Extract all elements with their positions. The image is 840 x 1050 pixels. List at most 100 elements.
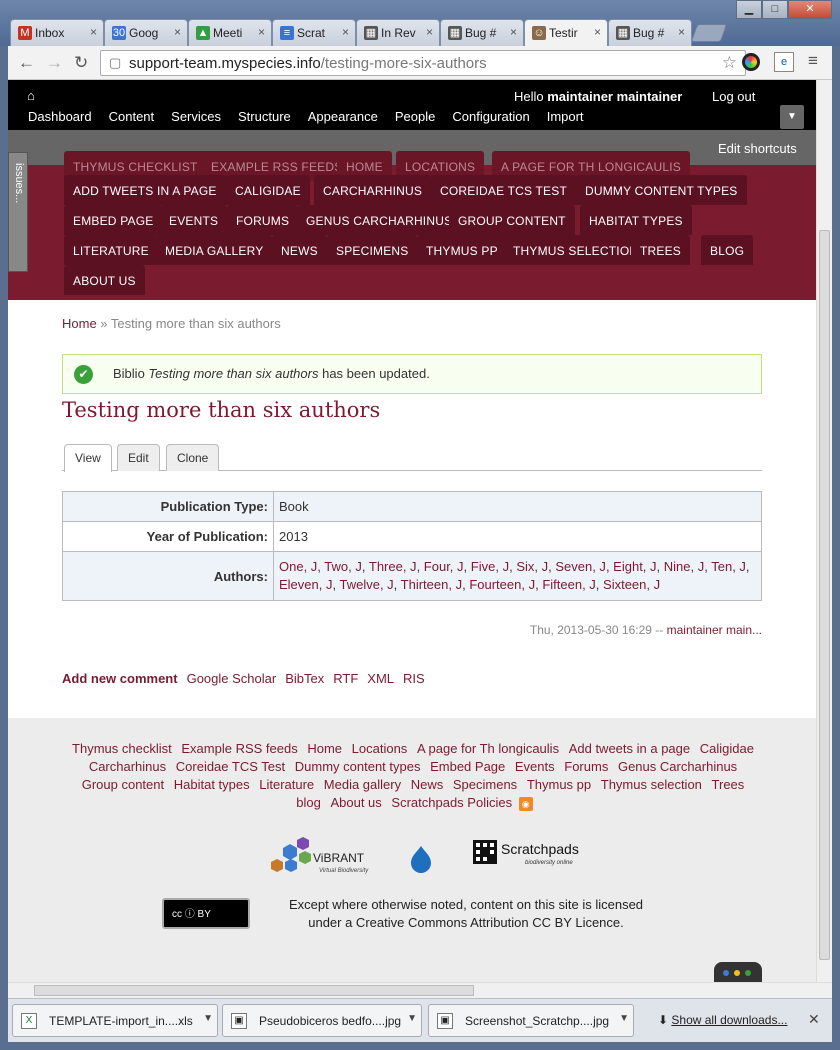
footer-link[interactable]: Locations (352, 741, 408, 756)
edit-shortcuts-link[interactable]: Edit shortcuts (718, 141, 797, 156)
tab-clone[interactable]: Clone (166, 444, 220, 471)
extension-ie-icon[interactable]: e (774, 52, 794, 72)
show-all-downloads-link[interactable]: Show all downloads... (671, 1013, 787, 1027)
chat-widget-button[interactable] (714, 962, 762, 982)
menu-tab[interactable]: GROUP CONTENT (449, 205, 575, 235)
author-link[interactable]: Sixteen, J (603, 577, 660, 592)
add-comment-link[interactable]: Add new comment (62, 671, 178, 686)
maximize-button[interactable]: □ (762, 0, 788, 19)
footer-link[interactable]: Group content (82, 777, 164, 792)
browser-tab[interactable]: ☺ Testir × (524, 19, 608, 47)
footer-link[interactable]: Specimens (453, 777, 517, 792)
chevron-down-icon[interactable]: ▼ (619, 1013, 629, 1024)
menu-tab[interactable]: NEWS (272, 235, 327, 265)
download-item[interactable]: ▣ Screenshot_Scratchp....jpg ▼ (428, 1004, 634, 1037)
footer-link[interactable]: Dummy content types (295, 759, 421, 774)
footer-link[interactable]: News (411, 777, 444, 792)
menu-tab[interactable]: FORUMS (227, 205, 299, 235)
author-link[interactable]: Thirteen, J (401, 577, 462, 592)
horizontal-scrollbar[interactable] (8, 982, 832, 998)
export-link[interactable]: RIS (403, 671, 425, 686)
tab-edit[interactable]: Edit (117, 444, 160, 471)
footer-link[interactable]: Carcharhinus (89, 759, 166, 774)
author-link[interactable]: Seven, J (555, 559, 606, 574)
menu-tab[interactable]: GENUS CARCHARHINUS (297, 205, 462, 235)
footer-link[interactable]: Trees (712, 777, 745, 792)
download-item[interactable]: X TEMPLATE-import_in....xls ▼ (12, 1004, 218, 1037)
menu-tab[interactable]: LITERATURE (64, 235, 158, 265)
shortcut-toggle-icon[interactable]: ▼ (780, 105, 804, 129)
hscroll-thumb[interactable] (34, 985, 474, 996)
user-name[interactable]: maintainer maintainer (547, 89, 682, 104)
admin-menu-item[interactable]: Appearance (308, 109, 378, 124)
menu-tab[interactable]: SPECIMENS (327, 235, 418, 265)
footer-link[interactable]: Thymus checklist (72, 741, 172, 756)
menu-tab[interactable]: EMBED PAGE (64, 205, 163, 235)
home-icon[interactable]: ⌂ (27, 88, 35, 103)
footer-link[interactable]: About us (330, 795, 381, 810)
new-tab-button[interactable] (690, 24, 728, 42)
menu-tab[interactable]: HABITAT TYPES (580, 205, 692, 235)
footer-link[interactable]: Example RSS feeds (181, 741, 297, 756)
admin-menu-item[interactable]: Content (109, 109, 155, 124)
breadcrumb-home[interactable]: Home (62, 316, 97, 331)
admin-menu-item[interactable]: Dashboard (28, 109, 92, 124)
close-tab-icon[interactable]: × (342, 25, 349, 39)
scrollbar-thumb[interactable] (819, 230, 830, 960)
footer-link[interactable]: Habitat types (174, 777, 250, 792)
rss-icon[interactable]: ◉ (518, 796, 533, 811)
author-link[interactable]: Fourteen, J (469, 577, 535, 592)
author-link[interactable]: Four, J (424, 559, 464, 574)
author-link[interactable]: Six, J (516, 559, 548, 574)
footer-link[interactable]: Literature (259, 777, 314, 792)
close-tab-icon[interactable]: × (90, 25, 97, 39)
admin-menu-item[interactable]: Import (547, 109, 584, 124)
address-bar[interactable]: ▢ support-team.myspecies.info/testing-mo… (100, 50, 746, 76)
author-link[interactable]: One, J (279, 559, 317, 574)
footer-link[interactable]: Home (307, 741, 342, 756)
download-item[interactable]: ▣ Pseudobiceros bedfo....jpg ▼ (222, 1004, 422, 1037)
menu-tab[interactable]: ABOUT US (64, 265, 145, 295)
export-link[interactable]: RTF (333, 671, 358, 686)
admin-menu-item[interactable]: Structure (238, 109, 291, 124)
footer-link[interactable]: Forums (564, 759, 608, 774)
menu-icon[interactable]: ≡ (808, 51, 818, 71)
browser-tab[interactable]: M Inbox × (10, 19, 104, 46)
menu-tab[interactable]: DUMMY CONTENT TYPES (576, 175, 747, 205)
browser-tab[interactable]: ▦ Bug # × (608, 19, 692, 46)
admin-menu-item[interactable]: Services (171, 109, 221, 124)
menu-tab[interactable]: TREES (631, 235, 691, 265)
footer-link[interactable]: blog (296, 795, 321, 810)
author-link[interactable]: Fifteen, J (542, 577, 595, 592)
close-window-button[interactable]: ✕ (788, 0, 832, 19)
close-tab-icon[interactable]: × (678, 25, 685, 39)
reload-icon[interactable]: ↻ (74, 53, 88, 73)
admin-menu-item[interactable]: Configuration (452, 109, 529, 124)
issues-tab[interactable]: issues... (8, 152, 28, 272)
menu-tab[interactable]: CARCHARHINUS (314, 175, 432, 205)
close-tab-icon[interactable]: × (258, 25, 265, 39)
vibrant-logo[interactable]: ViBRANT Virtual Biodiversity Scratchpads… (263, 832, 583, 878)
footer-link[interactable]: Events (515, 759, 555, 774)
footer-link[interactable]: Media gallery (324, 777, 401, 792)
footer-link[interactable]: Add tweets in a page (569, 741, 690, 756)
close-tab-icon[interactable]: × (510, 25, 517, 39)
bookmark-star-icon[interactable]: ☆ (722, 53, 737, 73)
author-link[interactable]: Five, J (471, 559, 509, 574)
export-link[interactable]: XML (367, 671, 394, 686)
author-link[interactable]: Three, J (369, 559, 417, 574)
menu-tab[interactable]: BLOG (701, 235, 754, 265)
menu-tab[interactable]: COREIDAE TCS TEST (431, 175, 576, 205)
footer-link[interactable]: Caligidae (700, 741, 754, 756)
footer-link[interactable]: Embed Page (430, 759, 505, 774)
menu-tab[interactable]: CALIGIDAE (226, 175, 310, 205)
export-link[interactable]: BibTex (285, 671, 324, 686)
close-downloads-icon[interactable]: ✕ (808, 1011, 820, 1028)
footer-link[interactable]: Genus Carcharhinus (618, 759, 737, 774)
menu-tab[interactable]: EVENTS (160, 205, 228, 235)
minimize-button[interactable]: ▁ (736, 0, 762, 19)
close-tab-icon[interactable]: × (174, 25, 181, 39)
footer-link[interactable]: A page for Th longicaulis (417, 741, 559, 756)
submitted-user-link[interactable]: maintainer main... (667, 623, 762, 637)
menu-tab[interactable]: THYMUS SELECTION (504, 235, 648, 265)
